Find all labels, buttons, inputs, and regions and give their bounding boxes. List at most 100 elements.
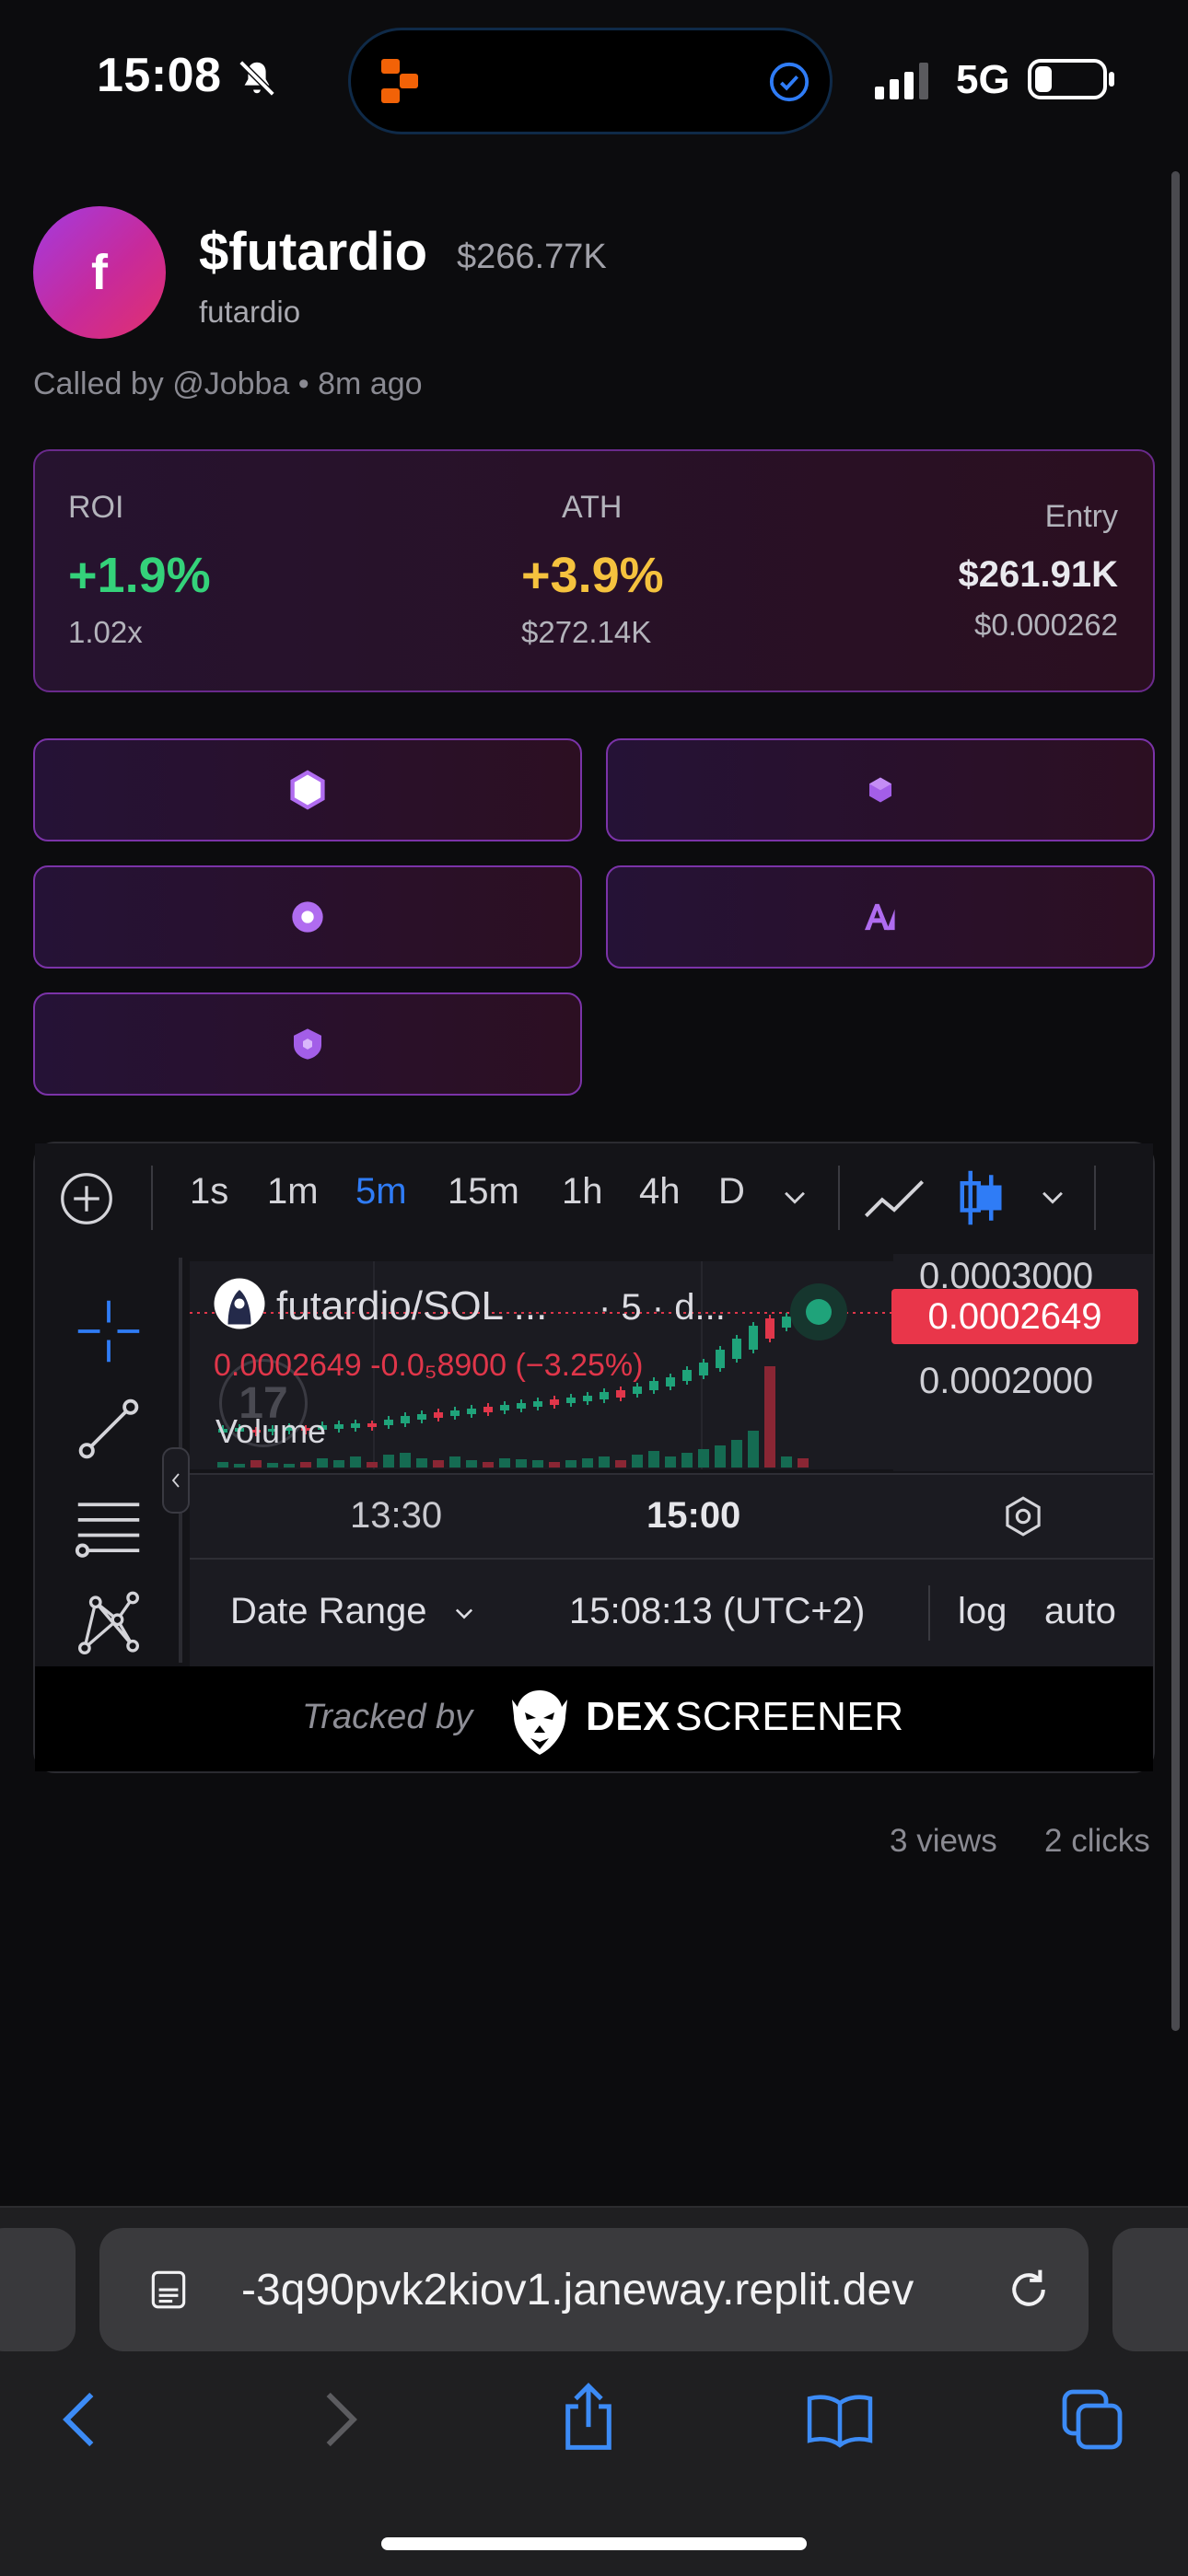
range-divider: [928, 1585, 930, 1641]
log-scale-toggle[interactable]: log: [958, 1591, 1007, 1632]
cube-icon: [869, 777, 891, 803]
volume-bar: [516, 1459, 527, 1468]
date-range-button[interactable]: Date Range: [230, 1591, 426, 1632]
volume-bar: [648, 1451, 659, 1468]
fib-levels-icon[interactable]: [74, 1491, 144, 1561]
utc-clock[interactable]: 15:08:13 (UTC+2): [569, 1591, 865, 1632]
link-button-hexagon[interactable]: [33, 738, 582, 841]
volume-bar: [549, 1462, 560, 1468]
entry-label: Entry: [1044, 499, 1118, 534]
token-name: futardio: [199, 295, 301, 329]
next-tab-pill[interactable]: [1112, 2228, 1188, 2351]
market-status-dot: [806, 1299, 832, 1325]
candle-body: [550, 1399, 559, 1405]
entry-market-cap: $261.91K: [958, 554, 1118, 595]
tabs-icon[interactable]: [1059, 2386, 1125, 2453]
candle-body: [401, 1416, 410, 1423]
candle-body: [566, 1398, 576, 1403]
volume-bar: [632, 1455, 643, 1468]
chart-type-dropdown-icon[interactable]: [1037, 1186, 1068, 1208]
dex-brand-text: DEX: [586, 1694, 670, 1739]
link-button-ai[interactable]: [606, 865, 1155, 969]
token-market-cap: $266.77K: [457, 238, 607, 276]
share-icon[interactable]: [556, 2381, 621, 2453]
reader-mode-icon[interactable]: [146, 2267, 192, 2313]
auto-scale-toggle[interactable]: auto: [1044, 1591, 1116, 1632]
timeframe-dropdown-icon[interactable]: [779, 1186, 810, 1208]
bell-slash-icon: [239, 60, 275, 97]
ath-market-cap: $272.14K: [521, 615, 652, 649]
timeframe-4h[interactable]: 4h: [639, 1171, 681, 1213]
volume-bar: [698, 1449, 709, 1468]
roi-multiple: 1.02x: [68, 615, 143, 649]
called-by-text: Called by @Jobba • 8m ago: [33, 366, 423, 401]
add-indicator-icon[interactable]: [59, 1171, 114, 1226]
trendline-icon[interactable]: [74, 1394, 144, 1464]
line-chart-icon[interactable]: [862, 1173, 926, 1223]
previous-tab-pill[interactable]: [0, 2228, 76, 2351]
timeframe-1s[interactable]: 1s: [190, 1171, 228, 1213]
candle-body: [483, 1407, 493, 1412]
radio-circle-icon: [292, 901, 323, 933]
timeframe-d[interactable]: D: [718, 1171, 745, 1213]
link-button-shield[interactable]: [33, 992, 582, 1096]
pattern-icon[interactable]: [74, 1589, 144, 1659]
status-time: 15:08: [97, 49, 222, 102]
reload-icon[interactable]: [1004, 2265, 1054, 2315]
roi-value: +1.9%: [68, 548, 211, 603]
clicks-count: 2 clicks: [1044, 1823, 1150, 1859]
candlestick-icon[interactable]: [956, 1166, 1006, 1230]
candle-body: [716, 1350, 725, 1368]
signal-icon: [875, 63, 928, 99]
tracked-by-text: Tracked by: [302, 1698, 473, 1736]
volume-bar: [466, 1460, 477, 1468]
check-circle-icon: [769, 62, 809, 102]
chart-settings-icon[interactable]: [1000, 1493, 1046, 1539]
volume-bar: [532, 1460, 543, 1468]
page-scrollbar[interactable]: [1171, 171, 1180, 2031]
candle-body: [434, 1412, 443, 1418]
timeframe-5m[interactable]: 5m: [355, 1171, 407, 1213]
candle-body: [367, 1423, 377, 1427]
volume-bar: [400, 1453, 411, 1468]
crosshair-icon[interactable]: [74, 1296, 144, 1366]
forward-icon[interactable]: [317, 2390, 363, 2449]
pair-title[interactable]: futardio/SOL ...: [276, 1283, 547, 1329]
price-axis-label: 0.0002000: [919, 1361, 1094, 1401]
candle-body: [649, 1381, 658, 1390]
chevron-down-icon[interactable]: [451, 1604, 477, 1622]
volume-bar: [499, 1458, 510, 1468]
battery-icon: [1028, 59, 1114, 99]
timeframe-15m[interactable]: 15m: [448, 1171, 519, 1213]
ath-value: +3.9%: [521, 548, 664, 603]
volume-bar: [715, 1445, 726, 1468]
volume-bar: [367, 1462, 378, 1468]
roi-label: ROI: [68, 490, 124, 525]
timeframe-1h[interactable]: 1h: [562, 1171, 603, 1213]
views-count: 3 views: [890, 1823, 997, 1859]
candle-body: [699, 1363, 708, 1375]
pair-interval: · 5 · d...: [599, 1287, 726, 1328]
url-text[interactable]: -3q90pvk2kiov1.janeway.replit.dev: [241, 2265, 914, 2315]
volume-label: Volume: [215, 1412, 327, 1450]
volume-bar: [433, 1460, 444, 1468]
candle-body: [633, 1387, 642, 1394]
volume-bar: [764, 1366, 775, 1468]
bookmarks-icon[interactable]: [805, 2390, 875, 2449]
network-type: 5G: [956, 57, 1010, 102]
collapse-tools-button[interactable]: [162, 1447, 190, 1514]
candle-body: [417, 1414, 426, 1420]
link-button-radio[interactable]: [33, 865, 582, 969]
timeframe-1m[interactable]: 1m: [267, 1171, 319, 1213]
candle-body: [682, 1370, 692, 1381]
toolbar-divider: [838, 1166, 840, 1230]
link-button-cube[interactable]: [606, 738, 1155, 841]
volume-bar: [565, 1460, 577, 1468]
volume-bar: [234, 1464, 245, 1468]
ath-label: ATH: [562, 490, 623, 525]
current-price-tag: 0.0002649: [891, 1289, 1138, 1344]
home-indicator[interactable]: [381, 2537, 807, 2550]
candle-body: [666, 1377, 675, 1387]
toolbar-divider: [151, 1166, 153, 1230]
back-icon[interactable]: [57, 2390, 103, 2449]
